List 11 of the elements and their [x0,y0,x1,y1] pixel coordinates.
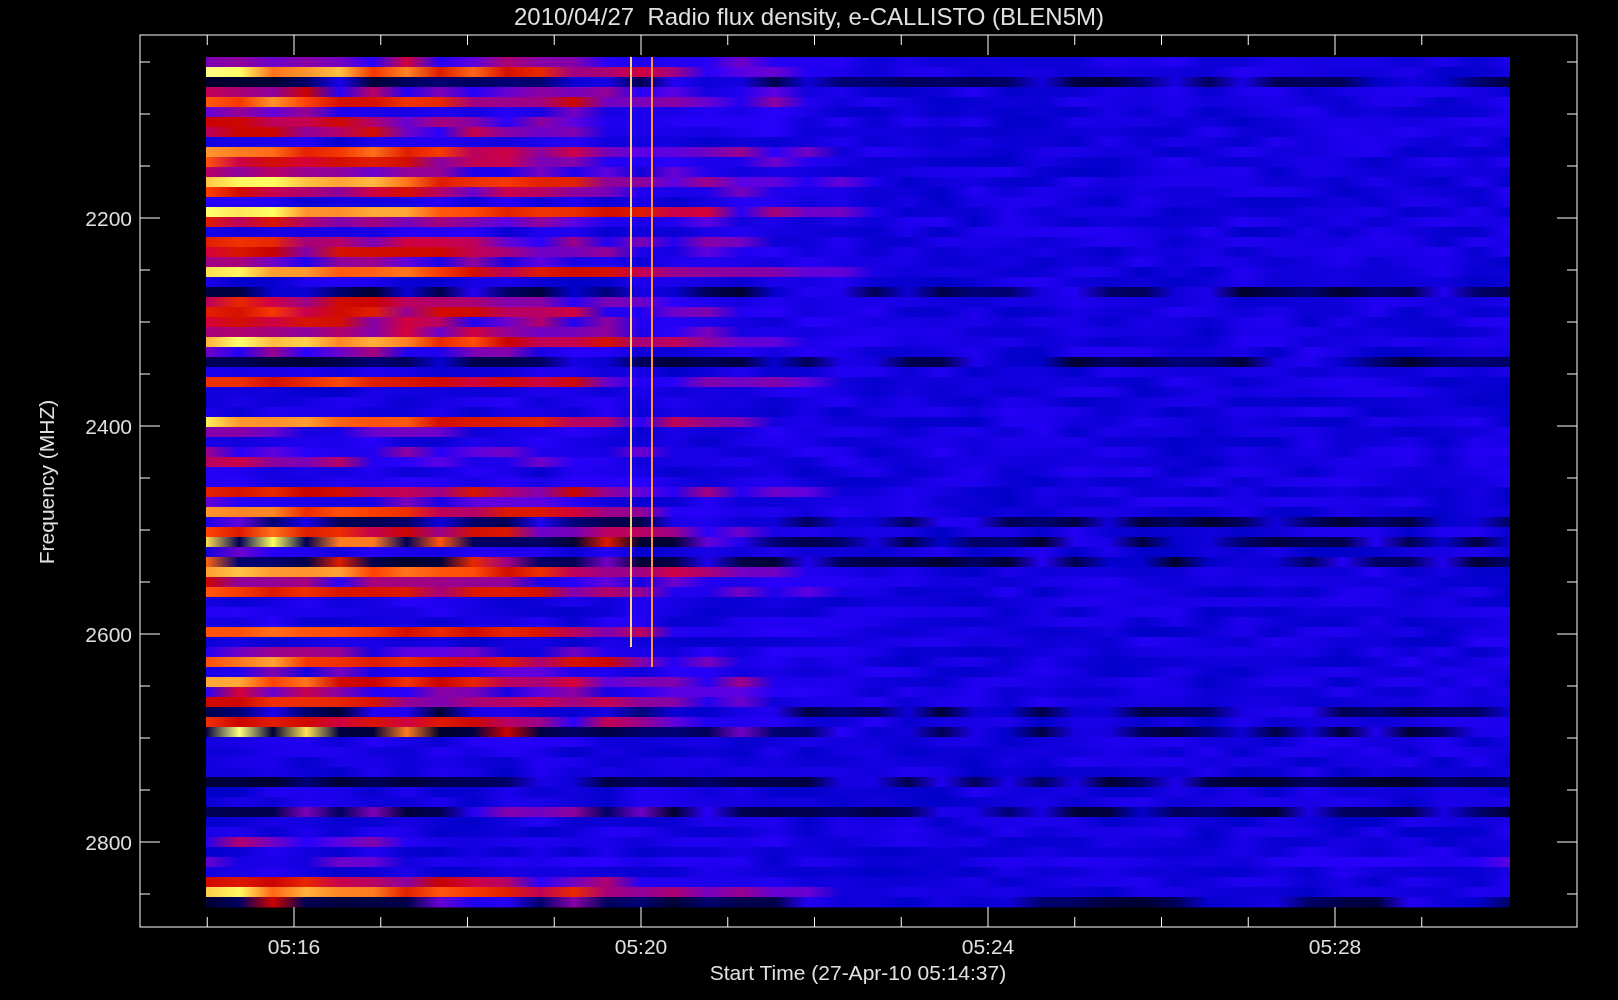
x-tick-label: 05:28 [1308,935,1362,958]
y-tick-label: 2400 [85,415,132,438]
x-tick-label: 05:16 [267,935,321,958]
x-tick-label: 05:24 [961,935,1015,958]
x-axis-label: Start Time (27-Apr-10 05:14:37) [709,961,1007,984]
y-tick-label: 2200 [85,207,132,230]
y-tick-label: 2600 [85,623,132,646]
x-tick-label: 05:20 [614,935,668,958]
y-tick-label: 2800 [85,831,132,854]
y-axis-label: Frequency (MHZ) [35,399,58,565]
plot-title: 2010/04/27 Radio flux density, e-CALLISTO (BLEN5M) [513,3,1105,30]
